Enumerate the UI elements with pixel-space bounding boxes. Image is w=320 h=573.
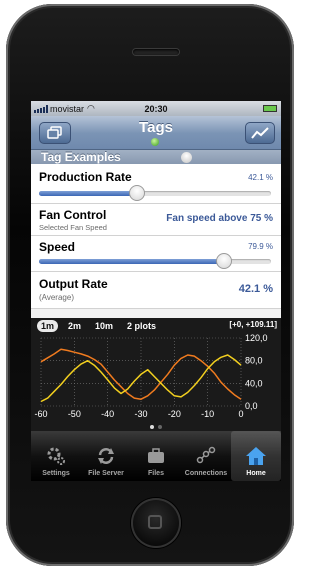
earpiece-speaker [133,49,179,55]
speed-slider-fill [39,259,225,264]
speed-value: 79.9 % [248,242,273,251]
fan-control-value-strong: 75 % [250,213,273,224]
connection-status-icon [151,138,159,146]
fan-control-row[interactable]: Fan Control Selected Fan Speed Fan speed… [31,204,281,236]
y-tick-label: 80,0 [245,356,263,366]
tab-settings-label: Settings [42,470,70,477]
chart-range-label: [+0, +109.11] [229,320,277,329]
section-header: Tag Examples [31,150,281,164]
section-toggle-knob[interactable] [181,152,192,163]
x-tick-label: -60 [34,409,47,419]
briefcase-icon [145,445,167,467]
x-tick-label: -30 [134,409,147,419]
fan-control-label: Fan Control [39,208,107,222]
tab-connections-label: Connections [184,470,228,477]
tab-home[interactable]: Home [231,431,281,481]
trend-button[interactable] [245,122,275,144]
page-dot-1 [150,424,154,429]
y-tick-label: 40,0 [245,378,263,388]
y-tick-label: 0,0 [245,401,258,411]
tab-file-server[interactable]: File Server [81,431,131,481]
status-bar: movistar ◠ 20:30 [31,101,281,116]
x-tick-label: -10 [201,409,214,419]
chart-plot: -60 -50 -40 -30 -20 -10 00,0 40,0 80,0 120,0 [34,334,268,419]
speed-slider[interactable] [39,253,271,269]
page-title: Tags [139,119,173,136]
home-button-square-icon [148,515,162,529]
app-screen: movistar ◠ 20:30 Tags Tag Examples Produ… [31,101,281,481]
battery-icon [263,105,277,112]
x-tick-label: -20 [168,409,181,419]
status-time: 20:30 [144,103,168,114]
tab-connections[interactable]: Connections [181,431,231,481]
page-indicator[interactable] [31,422,281,431]
x-tick-label: -50 [68,409,81,419]
connections-icon [195,445,217,467]
tab-settings[interactable]: Settings [31,431,81,481]
fan-control-value-prefix: Fan speed above [166,213,251,224]
tab-2-plots[interactable]: 2 plots [123,320,160,332]
production-rate-slider-thumb[interactable] [128,185,145,201]
tab-home-label: Home [246,470,266,477]
tab-2m[interactable]: 2m [64,320,85,332]
gear-icon [45,445,67,467]
sync-icon [95,445,117,467]
production-rate-value: 42.1 % [248,173,273,182]
output-rate-label: Output Rate [39,277,108,291]
tab-files-label: Files [148,470,164,477]
output-rate-row: Output Rate (Average) 42.1 % [31,272,281,309]
section-header-label: Tag Examples [41,150,121,164]
production-rate-slider-fill [39,191,137,196]
fan-control-value: Fan speed above 75 % [166,213,273,224]
production-rate-slider[interactable] [39,185,271,201]
x-tick-label: 0 [238,409,243,419]
output-rate-value: 42.1 % [238,283,273,295]
y-tick-label: 120,0 [245,334,268,343]
fan-control-subtitle: Selected Fan Speed [39,223,107,232]
tab-bar: Settings File Server Files Connections H… [31,431,281,481]
home-icon [245,445,267,467]
speed-row: Speed 79.9 % [31,236,281,272]
production-rate-label: Production Rate [39,170,132,184]
speed-slider-thumb[interactable] [216,253,233,269]
output-rate-subtitle: (Average) [39,293,74,302]
chart-range-tabs: 1m 2m 10m 2 plots [+0, +109.11] [31,318,281,334]
series-line-2 [40,354,242,403]
navigation-bar: Tags [31,116,281,150]
production-rate-row: Production Rate 42.1 % [31,164,281,204]
home-button[interactable] [131,498,181,548]
tab-10m[interactable]: 10m [91,320,117,332]
tab-files[interactable]: Files [131,431,181,481]
tab-file-server-label: File Server [88,470,124,477]
page-dot-2 [158,424,162,429]
tab-1m[interactable]: 1m [37,320,59,332]
x-tick-label: -40 [101,409,114,419]
trend-chart-icon [251,127,269,139]
phone-frame: movistar ◠ 20:30 Tags Tag Examples Produ… [6,4,294,566]
speed-label: Speed [39,240,76,254]
trend-chart[interactable]: 1m 2m 10m 2 plots [+0, +109.11] -60 -50 -4… [31,318,281,422]
